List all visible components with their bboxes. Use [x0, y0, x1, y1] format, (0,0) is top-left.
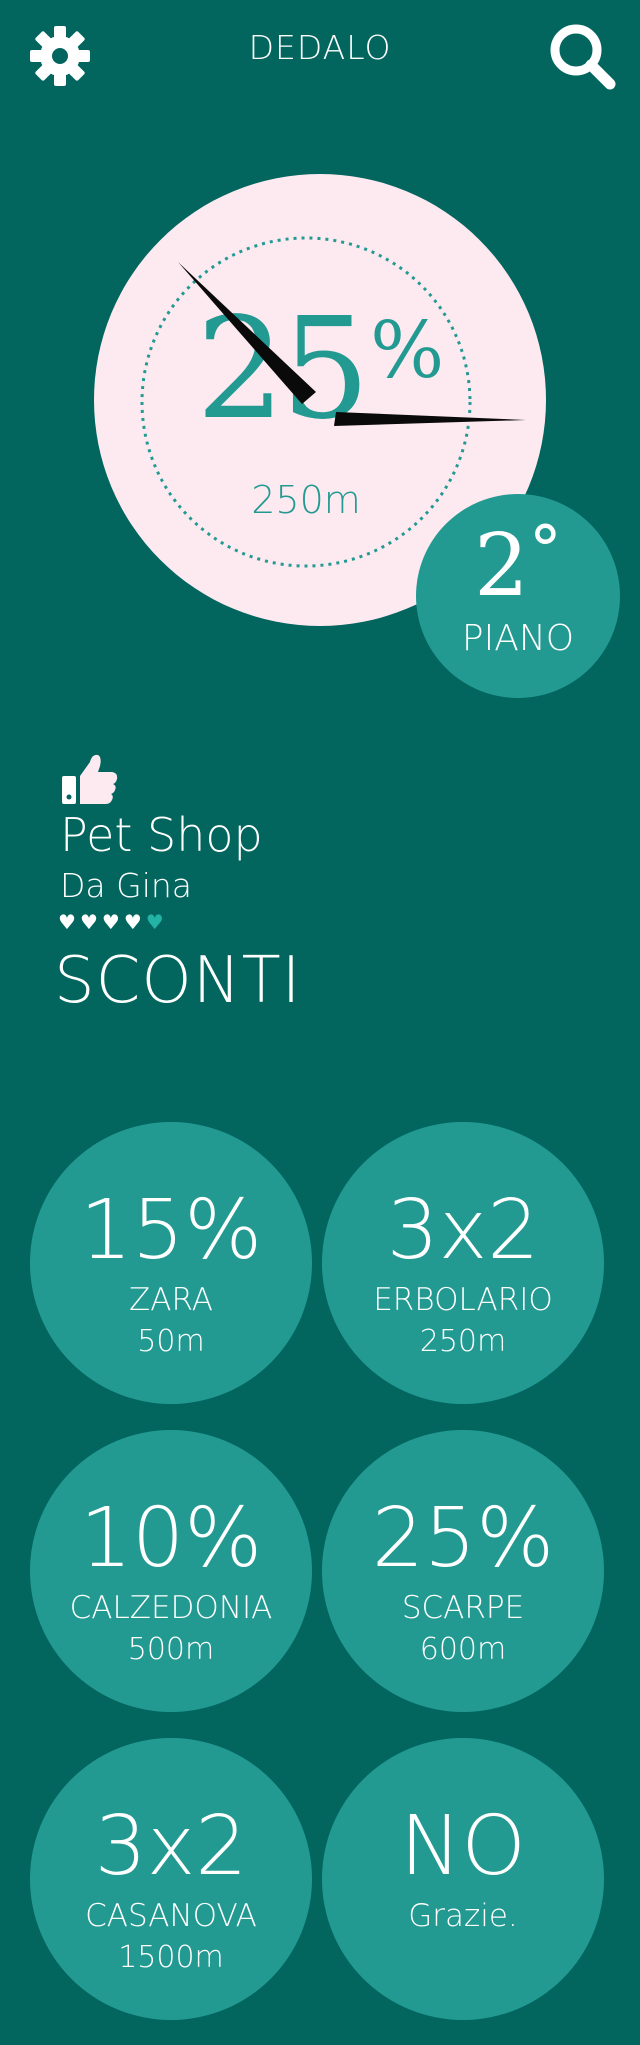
deal-distance: 600m [419, 1632, 507, 1667]
deal-value: 10% [79, 1491, 263, 1586]
deal-store: Grazie. [408, 1898, 518, 1934]
hero-percent: 25% [196, 300, 444, 440]
deal-value: NO [400, 1799, 526, 1894]
app-title: DEDALO [248, 28, 392, 67]
floor-number-value: 2 [474, 516, 529, 616]
hero-percent-sign: % [370, 306, 445, 396]
deal-distance: 500m [127, 1632, 215, 1667]
floor-label: PIANO [461, 618, 575, 659]
deal-card[interactable]: 25% SCARPE 600m [322, 1430, 604, 1712]
deal-value: 15% [79, 1183, 263, 1278]
deal-card[interactable]: 3x2 ERBOLARIO 250m [322, 1122, 604, 1404]
heart-icon: ♥ [58, 910, 76, 934]
deal-store: CASANOVA [85, 1898, 257, 1934]
deal-store: SCARPE [401, 1590, 525, 1626]
shop-subtitle: Da Gina [60, 866, 192, 905]
heart-icon: ♥ [101, 910, 120, 934]
deal-store: ERBOLARIO [373, 1282, 553, 1318]
deal-distance: 1500m [118, 1940, 224, 1975]
heart-icon: ♥ [79, 910, 98, 934]
hero-percent-value: 25 [196, 288, 370, 451]
shop-name: Pet Shop [60, 808, 263, 862]
section-title: SCONTI [54, 944, 302, 1018]
no-thanks-button[interactable]: NO Grazie. [322, 1738, 604, 2020]
app-screen: DEDALO 25% 250m 2° PIANO Pet Shop Da Gin… [0, 0, 640, 2045]
deal-card[interactable]: 15% ZARA 50m [30, 1122, 312, 1404]
deal-distance: 50m [137, 1324, 205, 1359]
floor-number: 2° [416, 518, 620, 610]
deal-distance: 250m [419, 1324, 507, 1359]
deal-card[interactable]: 10% CALZEDONIA 500m [30, 1430, 312, 1712]
deal-store: ZARA [129, 1282, 213, 1318]
deal-store: CALZEDONIA [69, 1590, 273, 1626]
deal-card[interactable]: 3x2 CASANOVA 1500m [30, 1738, 312, 2020]
heart-icon: ♥ [145, 910, 164, 934]
search-icon[interactable] [546, 20, 618, 92]
deal-value: 25% [371, 1491, 555, 1586]
deal-value: 3x2 [94, 1799, 248, 1894]
floor-degree: ° [528, 512, 562, 589]
heart-icon: ♥ [123, 910, 142, 934]
deal-value: 3x2 [386, 1183, 540, 1278]
shop-rating: ♥ ♥ ♥ ♥ ♥ [58, 912, 164, 932]
thumbs-up-icon[interactable] [60, 750, 120, 806]
